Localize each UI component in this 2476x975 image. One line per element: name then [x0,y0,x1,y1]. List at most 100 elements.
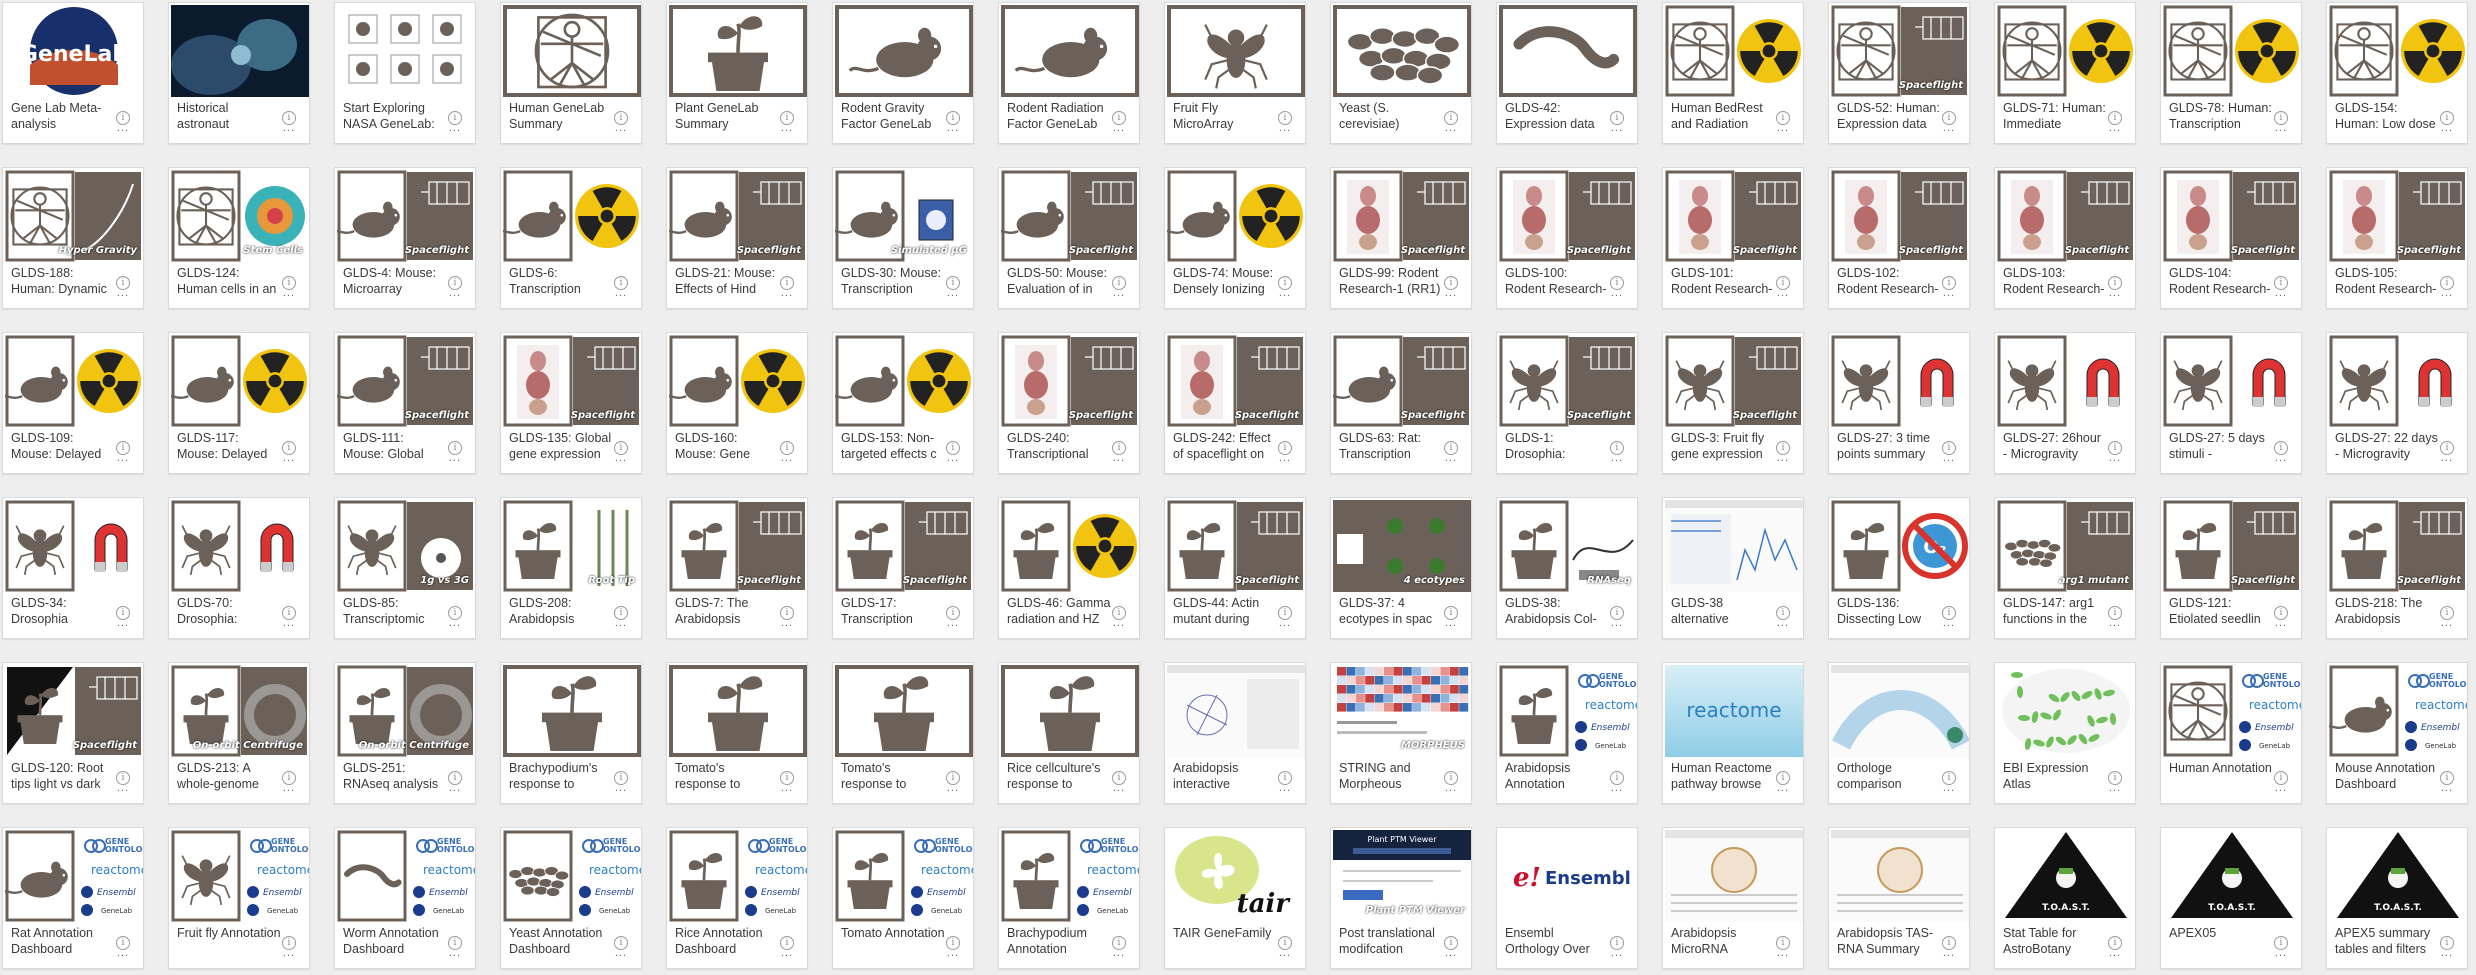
dashboard-caption[interactable]: Tomato Annotation [841,925,945,941]
dashboard-tile[interactable]: GLDS-42: Expression data i... [1496,2,1638,144]
dashboard-thumbnail[interactable] [669,5,807,97]
dashboard-thumbnail[interactable]: Spaceflight [669,500,807,592]
dashboard-thumbnail[interactable]: reactome [1665,665,1803,757]
more-icon[interactable]: ... [2109,948,2121,959]
more-icon[interactable]: ... [1279,123,1291,134]
dashboard-tile[interactable]: GLDS-6: Transcription i... [500,167,642,309]
dashboard-thumbnail[interactable]: On-orbit Centrifuge [171,665,309,757]
dashboard-tile[interactable]: GLDS-27: 26hour - Microgravity i... [1994,332,2136,474]
dashboard-caption[interactable]: GLDS-109: Mouse: Delayed [11,430,115,462]
more-icon[interactable]: ... [449,618,461,629]
more-icon[interactable]: ... [2109,618,2121,629]
more-icon[interactable]: ... [1113,123,1125,134]
dashboard-tile[interactable]: GENEONTOLOGYreactomeEnsemblGeneLabMouse … [2326,662,2468,804]
dashboard-thumbnail[interactable]: MORPHEUS [1333,665,1471,757]
dashboard-caption[interactable]: Arabidopsis MicroRNA [1671,925,1775,957]
dashboard-caption[interactable]: GLDS-154: Human: Low dose ionizing [2335,100,2439,133]
dashboard-tile[interactable]: Spaceflight GLDS-21: Mouse: Effects of Hi… [666,167,808,309]
dashboard-caption[interactable]: GLDS-78: Human: Transcription [2169,100,2273,132]
dashboard-caption[interactable]: GLDS-71: Human: Immediate [2003,100,2107,132]
dashboard-thumbnail[interactable]: Stem Cells [171,170,309,262]
dashboard-caption[interactable]: GLDS-7: The Arabidopsis [675,595,779,627]
dashboard-tile[interactable]: 4 ecotypes GLDS-37: 4 ecotypes in spac i..… [1330,497,1472,639]
dashboard-tile[interactable]: GLDS-153: Non-targeted effects c i... [832,332,974,474]
more-icon[interactable]: ... [117,453,129,464]
dashboard-caption[interactable]: GLDS-101: Rodent Research-1 (RR1) [1671,265,1775,298]
dashboard-tile[interactable]: 1g vs 3G GLDS-85: Transcriptomic i... [334,497,476,639]
dashboard-caption[interactable]: GLDS-30: Mouse: Transcription [841,265,945,297]
dashboard-thumbnail[interactable] [1001,665,1139,757]
more-icon[interactable]: ... [2109,288,2121,299]
dashboard-thumbnail[interactable] [1997,335,2135,427]
dashboard-thumbnail[interactable]: Spaceflight [1167,335,1305,427]
more-icon[interactable]: ... [1113,948,1125,959]
dashboard-tile[interactable]: RNAseq GLDS-38: Arabidopsis Col-i... [1496,497,1638,639]
dashboard-thumbnail[interactable] [835,5,973,97]
dashboard-caption[interactable]: Brachypodium Annotation [1007,925,1111,957]
dashboard-tile[interactable]: Rice cellculture's response to i... [998,662,1140,804]
dashboard-tile[interactable]: GLDS-74: Mouse: Densely Ionizing i... [1164,167,1306,309]
dashboard-thumbnail[interactable] [2329,5,2467,97]
dashboard-caption[interactable]: APEX5 summary tables and filters [2335,925,2439,957]
more-icon[interactable]: ... [117,288,129,299]
dashboard-thumbnail[interactable]: Spaceflight [1831,5,1969,97]
dashboard-tile[interactable]: Human BedRest and Radiation i... [1662,2,1804,144]
dashboard-caption[interactable]: GLDS-38 alternative [1671,595,1775,627]
dashboard-tile[interactable]: Spaceflight GLDS-121: Etiolated seedlin i.… [2160,497,2302,639]
more-icon[interactable]: ... [2441,618,2453,629]
dashboard-tile[interactable]: Spaceflight GLDS-63: Rat: Transcription i.… [1330,332,1472,474]
more-icon[interactable]: ... [1279,618,1291,629]
dashboard-tile[interactable]: reactome Human Reactome pathway browse i..… [1662,662,1804,804]
dashboard-thumbnail[interactable]: Spaceflight [2329,500,2467,592]
dashboard-tile[interactable]: Plant PTM Viewer Plant PTM Viewer Post tra… [1330,827,1472,969]
dashboard-caption[interactable]: GLDS-34: Drosophia [11,595,115,627]
dashboard-thumbnail[interactable]: GENEONTOLOGYreactomeEnsemblGeneLab [337,830,475,922]
dashboard-caption[interactable]: GLDS-74: Mouse: Densely Ionizing [1173,265,1277,297]
dashboard-thumbnail[interactable]: Spaceflight [835,500,973,592]
dashboard-caption[interactable]: GLDS-44: Actin mutant during [1173,595,1277,627]
dashboard-caption[interactable]: GLDS-21: Mouse: Effects of Hind [675,265,779,297]
dashboard-tile[interactable]: arg1 mutant GLDS-147: arg1 functions in t… [1994,497,2136,639]
more-icon[interactable]: ... [615,948,627,959]
dashboard-tile[interactable]: GLDS-154: Human: Low dose ionizingi... [2326,2,2468,144]
more-icon[interactable]: ... [947,948,959,959]
dashboard-tile[interactable]: GENEONTOLOGYreactomeEnsemblGeneLabYeast … [500,827,642,969]
dashboard-thumbnail[interactable] [1333,5,1471,97]
dashboard-caption[interactable]: GLDS-50: Mouse: Evaluation of in [1007,265,1111,297]
dashboard-thumbnail[interactable] [1001,5,1139,97]
dashboard-thumbnail[interactable]: Spaceflight [1001,335,1139,427]
more-icon[interactable]: ... [2109,783,2121,794]
dashboard-caption[interactable]: TAIR GeneFamily [1173,925,1277,941]
dashboard-thumbnail[interactable] [171,335,309,427]
more-icon[interactable]: ... [1113,453,1125,464]
dashboard-caption[interactable]: GLDS-46: Gamma radiation and HZ [1007,595,1111,627]
dashboard-tile[interactable]: Simulated μG GLDS-30: Mouse: Transcriptio… [832,167,974,309]
more-icon[interactable]: ... [449,453,461,464]
dashboard-thumbnail[interactable] [2163,335,2301,427]
dashboard-caption[interactable]: GLDS-104: Rodent Research-1 (RR1) [2169,265,2273,298]
dashboard-tile[interactable]: GLDS-78: Human: Transcription i... [2160,2,2302,144]
more-icon[interactable]: ... [1777,948,1789,959]
dashboard-tile[interactable]: Spaceflight GLDS-135: Global gene express… [500,332,642,474]
dashboard-caption[interactable]: GLDS-3: Fruit fly gene expression [1671,430,1775,462]
dashboard-caption[interactable]: GLDS-251: RNAseq analysis of the [343,760,447,793]
more-icon[interactable]: ... [2275,948,2287,959]
more-icon[interactable]: ... [1113,288,1125,299]
dashboard-tile[interactable]: Spaceflight GLDS-102: Rodent Research-1 (… [1828,167,1970,309]
dashboard-tile[interactable]: Spaceflight GLDS-105: Rodent Research-1 (… [2326,167,2468,309]
more-icon[interactable]: ... [2275,123,2287,134]
more-icon[interactable]: ... [947,288,959,299]
more-icon[interactable]: ... [1777,618,1789,629]
dashboard-tile[interactable]: Stem Cells GLDS-124: Human cells in an i..… [168,167,310,309]
more-icon[interactable]: ... [2441,948,2453,959]
more-icon[interactable]: ... [1445,453,1457,464]
more-icon[interactable]: ... [947,618,959,629]
more-icon[interactable]: ... [117,618,129,629]
dashboard-caption[interactable]: Rat Annotation Dashboard [11,925,115,957]
dashboard-caption[interactable]: GLDS-153: Non-targeted effects c [841,430,945,462]
dashboard-tile[interactable]: GLDS-160: Mouse: Gene expressioni... [666,332,808,474]
more-icon[interactable]: ... [1777,783,1789,794]
dashboard-caption[interactable]: GLDS-52: Human: Expression data [1837,100,1941,132]
more-icon[interactable]: ... [1611,948,1623,959]
more-icon[interactable]: ... [1943,453,1955,464]
